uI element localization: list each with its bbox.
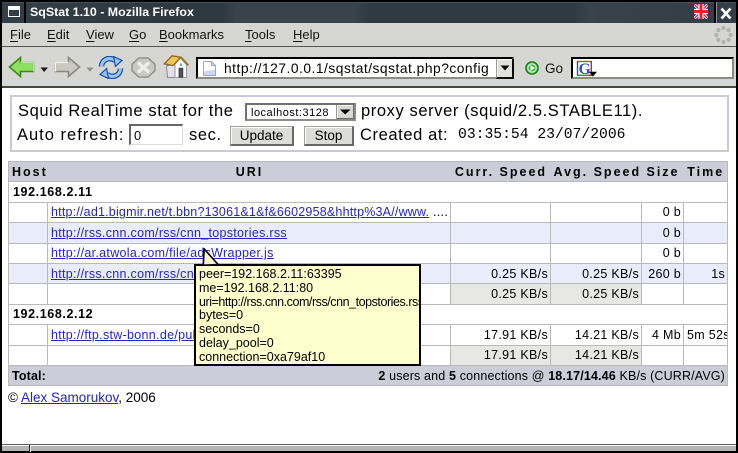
svg-text:G: G [579,61,591,78]
